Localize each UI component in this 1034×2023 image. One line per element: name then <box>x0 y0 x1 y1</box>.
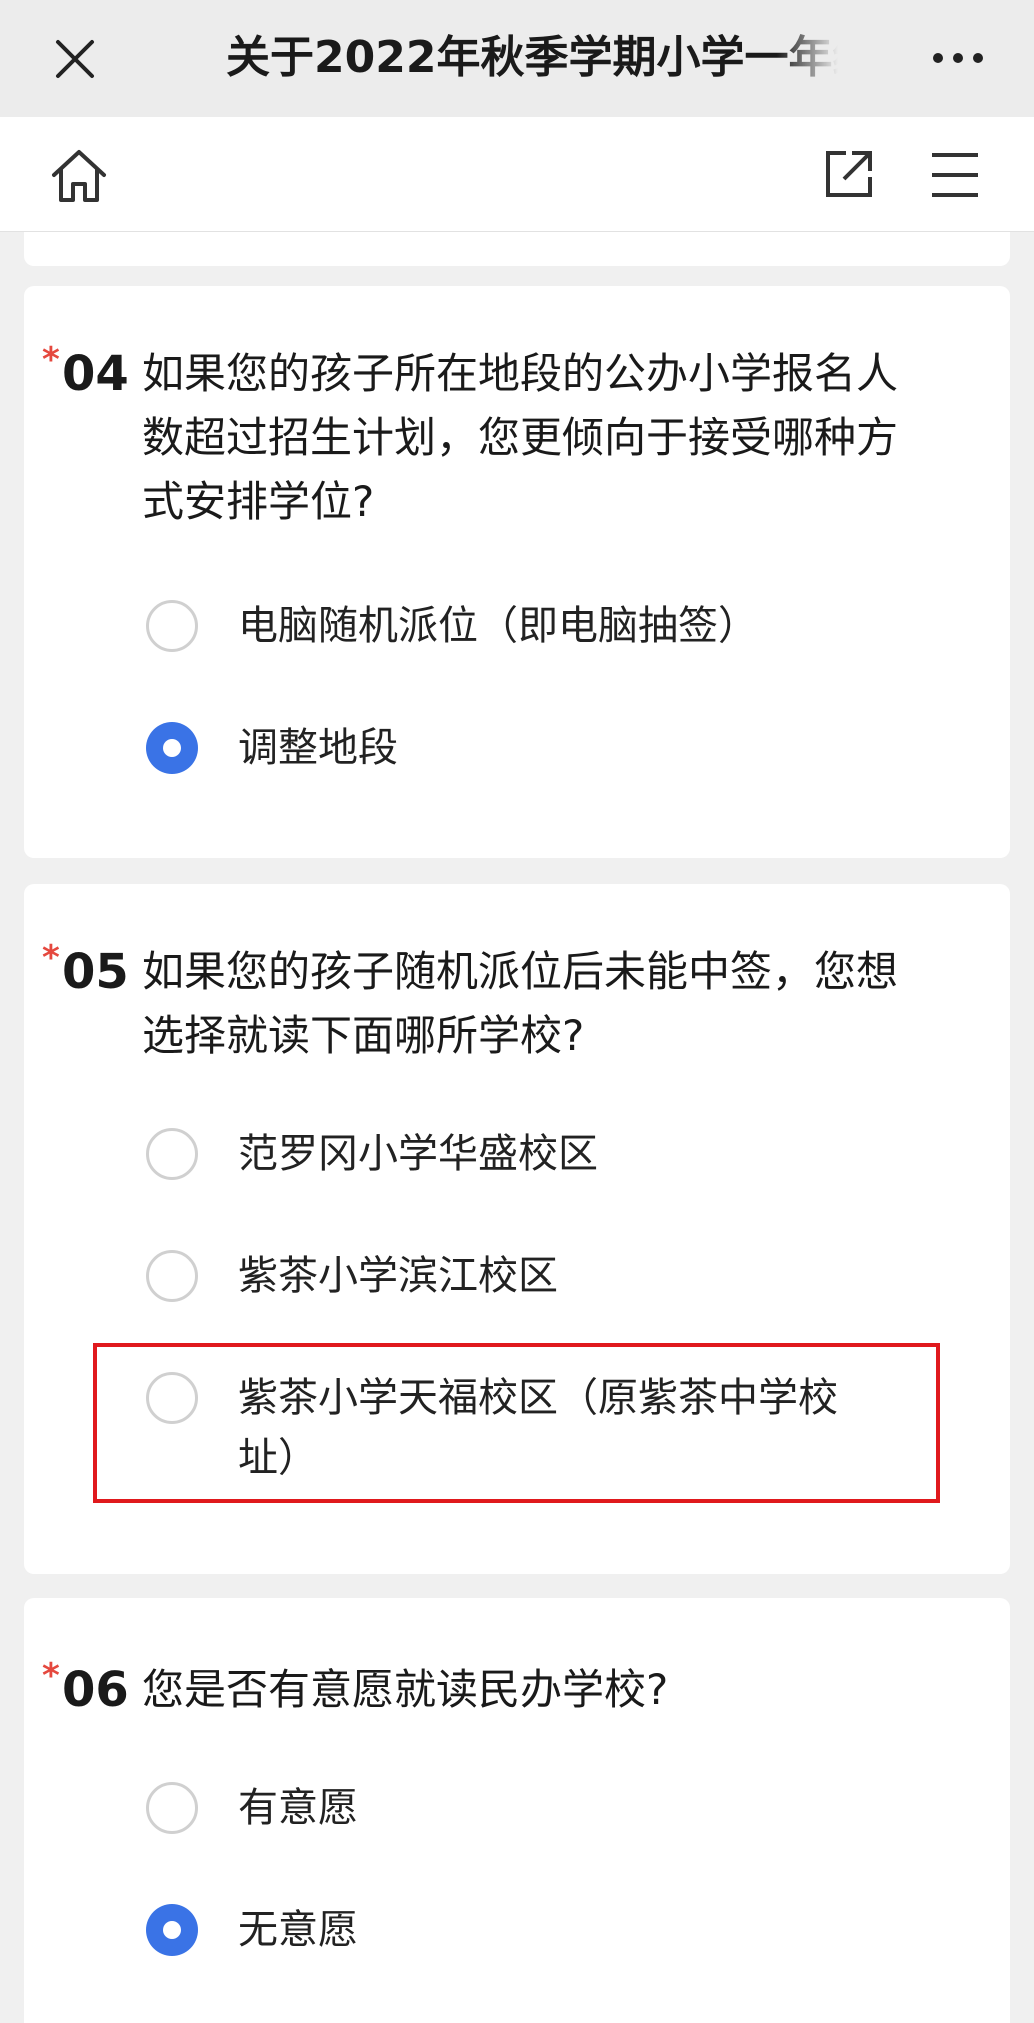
required-mark: * <box>42 340 60 380</box>
toolbar <box>0 117 1034 232</box>
radio-unchecked[interactable] <box>146 1128 198 1180</box>
question-text: 如果您的孩子随机派位后未能中签，您想 选择就读下面哪所学校? <box>142 947 899 1060</box>
required-mark: * <box>42 938 60 978</box>
question-card-04: * 04 如果您的孩子所在地段的公办小学报名人 数超过招生计划，您更倾向于接受哪… <box>24 286 1010 858</box>
option-willing[interactable]: 有意愿 <box>24 1760 1010 1856</box>
home-icon[interactable] <box>48 145 110 207</box>
close-icon[interactable] <box>50 34 100 84</box>
radio-unchecked[interactable] <box>146 600 198 652</box>
radio-checked[interactable] <box>146 1904 198 1956</box>
option-fanluogang-huasheng[interactable]: 范罗冈小学华盛校区 <box>24 1106 1010 1202</box>
option-random-allocation[interactable]: 电脑随机派位（即电脑抽签） <box>24 578 1010 674</box>
hamburger-menu-icon[interactable] <box>928 149 982 201</box>
question-text: 您是否有意愿就读民办学校? <box>142 1665 669 1714</box>
radio-checked[interactable] <box>146 722 198 774</box>
radio-unchecked[interactable] <box>146 1782 198 1834</box>
required-mark: * <box>42 1656 60 1696</box>
radio-unchecked[interactable] <box>146 1250 198 1302</box>
previous-question-card <box>24 232 1010 266</box>
question-number: 04 <box>62 346 129 402</box>
more-dots-icon[interactable] <box>928 38 988 78</box>
question-card-06: * 06 您是否有意愿就读民办学校? 有意愿 无意愿 <box>24 1598 1010 2023</box>
option-adjust-district[interactable]: 调整地段 <box>24 700 1010 796</box>
question-number: 05 <box>62 944 129 1000</box>
question-text: 如果您的孩子所在地段的公办小学报名人 数超过招生计划，您更倾向于接受哪种方 式安… <box>142 349 899 526</box>
option-not-willing[interactable]: 无意愿 <box>24 1882 1010 1978</box>
share-icon[interactable] <box>820 147 876 203</box>
page-title: 关于2022年秋季学期小学一年级 <box>226 32 838 83</box>
question-number: 06 <box>62 1662 129 1718</box>
title-bar: 关于2022年秋季学期小学一年级 <box>0 0 1034 117</box>
option-zicha-binjiang[interactable]: 紫茶小学滨江校区 <box>24 1228 1010 1324</box>
highlight-box <box>93 1343 940 1503</box>
